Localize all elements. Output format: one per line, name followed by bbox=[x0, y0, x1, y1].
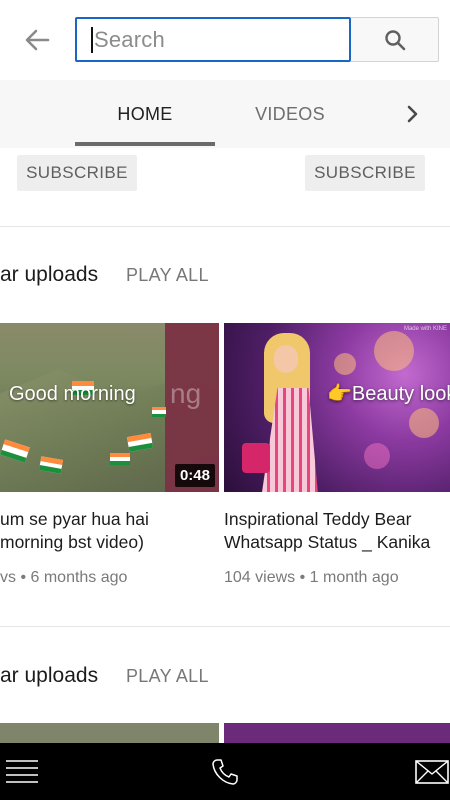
flag-icon bbox=[152, 407, 166, 417]
bokeh-light bbox=[364, 443, 390, 469]
chevron-right-icon bbox=[407, 105, 418, 123]
bottom-nav-bar bbox=[0, 743, 450, 800]
subscribe-button[interactable]: SUBSCRIBE bbox=[305, 155, 425, 191]
video-title[interactable]: um se pyar hua hai morning bst video) bbox=[0, 508, 149, 554]
video-meta: vs • 6 months ago bbox=[0, 569, 128, 586]
play-all-button[interactable]: PLAY ALL bbox=[126, 265, 209, 286]
divider bbox=[0, 226, 450, 227]
video-title-line: Whatsapp Status _ Kanika bbox=[224, 532, 431, 552]
watermark: Made with KINE bbox=[403, 326, 447, 332]
video-thumbnail[interactable] bbox=[224, 723, 450, 743]
search-input[interactable]: Search bbox=[75, 17, 351, 62]
subscribe-button[interactable]: SUBSCRIBE bbox=[17, 155, 137, 191]
text-caret bbox=[91, 26, 93, 53]
video-title[interactable]: Inspirational Teddy Bear Whatsapp Status… bbox=[224, 508, 430, 554]
bokeh-light bbox=[409, 408, 439, 438]
bokeh-light bbox=[374, 331, 414, 371]
phone-button[interactable] bbox=[207, 757, 243, 787]
video-thumbnail[interactable] bbox=[0, 723, 219, 743]
tab-home-label: HOME bbox=[117, 103, 173, 124]
doll-handbag bbox=[242, 443, 270, 473]
doll-figure bbox=[242, 333, 332, 492]
thumbnail-overlay-label: Beauty look bbox=[351, 383, 450, 405]
arrow-left-icon bbox=[25, 29, 50, 51]
flag-icon bbox=[110, 453, 130, 465]
play-all-button[interactable]: PLAY ALL bbox=[126, 666, 209, 687]
search-placeholder: Search bbox=[94, 26, 165, 52]
search-icon bbox=[384, 29, 405, 50]
thumbnail-overlay-text: Good morning bbox=[9, 383, 136, 405]
video-title-line: Inspirational Teddy Bear bbox=[224, 509, 412, 529]
video-meta: 104 views • 1 month ago bbox=[224, 569, 399, 586]
tab-home[interactable]: HOME bbox=[75, 80, 215, 148]
tabs-scroll-right-button[interactable] bbox=[396, 80, 430, 148]
tab-selected-indicator bbox=[75, 142, 215, 146]
video-title-line: um se pyar hua hai bbox=[0, 509, 149, 529]
mail-icon bbox=[415, 760, 449, 784]
mail-button[interactable] bbox=[414, 757, 450, 787]
doll-face bbox=[274, 345, 298, 373]
bokeh-light bbox=[334, 353, 356, 375]
tab-videos[interactable]: VIDEOS bbox=[230, 80, 350, 148]
search-header: Search bbox=[0, 0, 450, 80]
menu-button[interactable] bbox=[4, 757, 40, 787]
video-title-line: morning bst video) bbox=[0, 532, 144, 552]
video-thumbnail[interactable]: Good morning ng 0:48 bbox=[0, 323, 219, 492]
video-thumbnail[interactable]: 👉Beauty look Made with KINE bbox=[224, 323, 450, 492]
search-button[interactable] bbox=[351, 17, 439, 62]
tab-videos-label: VIDEOS bbox=[255, 103, 325, 124]
channel-tabs: HOME VIDEOS bbox=[0, 80, 450, 148]
back-button[interactable] bbox=[20, 24, 54, 56]
phone-icon bbox=[212, 759, 238, 785]
divider bbox=[0, 626, 450, 627]
shelf-title: ar uploads bbox=[0, 263, 99, 286]
duration-badge: 0:48 bbox=[174, 464, 215, 487]
thumbnail-overlay-faded-text: ng bbox=[170, 378, 202, 409]
hamburger-menu-icon bbox=[6, 760, 38, 783]
shelf-title: ar uploads bbox=[0, 664, 99, 687]
thumbnail-overlay-text: 👉Beauty look bbox=[327, 381, 450, 406]
